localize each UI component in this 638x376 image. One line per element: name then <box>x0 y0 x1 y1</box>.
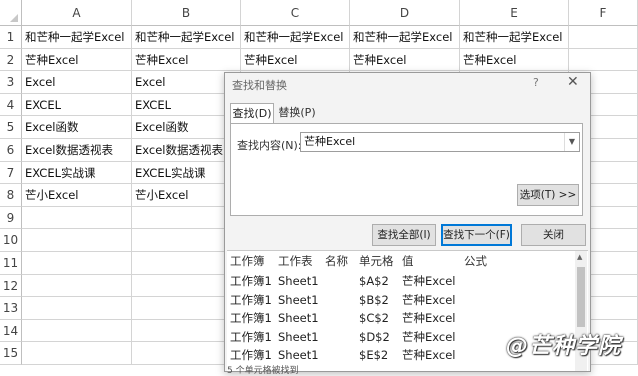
row-header[interactable]: 6 <box>0 139 22 162</box>
result-cell: $D$2 <box>359 329 390 344</box>
sheet-cell[interactable]: 和芒种一起学Excel <box>460 26 569 49</box>
chevron-down-icon[interactable]: ▼ <box>564 133 579 151</box>
column-header[interactable]: D <box>350 0 460 26</box>
close-button[interactable]: 关闭 <box>521 224 586 246</box>
close-icon[interactable]: ✕ <box>567 74 579 90</box>
sheet-cell[interactable]: 和芒种一起学Excel <box>350 26 460 49</box>
sheet-cell[interactable]: Excel数据透视表 <box>22 139 132 162</box>
sheet-cell[interactable] <box>22 342 132 365</box>
result-cell: 工作簿1 <box>230 348 272 362</box>
select-all-triangle-icon <box>10 14 18 22</box>
result-cell: 工作簿1 <box>230 329 272 344</box>
options-button[interactable]: 选项(T) >> <box>517 184 579 206</box>
sheet-cell[interactable]: EXCEL <box>22 93 132 117</box>
row-header[interactable]: 2 <box>0 48 22 72</box>
find-what-input[interactable]: 芒种Excel ▼ <box>300 132 580 152</box>
sheet-cell[interactable] <box>22 274 132 298</box>
results-column-header[interactable]: 公式 <box>464 252 487 270</box>
result-cell: $B$2 <box>359 292 389 307</box>
sheet-cell[interactable]: 和芒种一起学Excel <box>132 26 241 49</box>
sheet-cell[interactable] <box>569 26 638 49</box>
result-cell: $C$2 <box>359 311 389 325</box>
find-all-button[interactable]: 查找全部(I) <box>372 224 436 246</box>
sheet-cell[interactable] <box>569 48 638 72</box>
column-header[interactable]: F <box>569 0 638 26</box>
sheet-cell[interactable]: 和芒种一起学Excel <box>241 26 350 49</box>
row-header[interactable]: 8 <box>0 184 22 207</box>
result-cell: Sheet1 <box>278 329 319 344</box>
results-column-header[interactable]: 工作表 <box>278 252 313 270</box>
row-header[interactable]: 12 <box>0 274 22 298</box>
sheet-cell[interactable]: 芒种Excel <box>241 48 350 72</box>
find-what-label: 查找内容(N): <box>237 139 302 152</box>
sheet-cell[interactable]: 芒种Excel <box>22 48 132 72</box>
result-cell: 芒种Excel <box>402 348 456 362</box>
result-cell: 芒种Excel <box>402 311 456 325</box>
result-cell: Sheet1 <box>278 274 319 288</box>
sheet-cell[interactable]: 和芒种一起学Excel <box>22 26 132 49</box>
row-header[interactable]: 5 <box>0 116 22 139</box>
result-cell: 工作簿1 <box>230 311 272 325</box>
result-cell: 芒种Excel <box>402 274 456 288</box>
row-header[interactable]: 15 <box>0 342 22 365</box>
tab-replace[interactable]: 替换(P) <box>277 103 317 123</box>
column-header[interactable]: A <box>22 0 132 26</box>
find-next-button[interactable]: 查找下一个(F) <box>441 224 512 246</box>
result-cell: Sheet1 <box>278 292 319 307</box>
scroll-up-icon[interactable]: ▲ <box>577 253 582 261</box>
row-header[interactable]: 11 <box>0 252 22 275</box>
sheet-cell[interactable] <box>22 319 132 343</box>
sheet-cell[interactable]: Excel <box>22 71 132 94</box>
result-cell: $E$2 <box>359 348 389 362</box>
sheet-cell[interactable]: EXCEL实战课 <box>22 161 132 185</box>
sheet-cell[interactable]: 芒种Excel <box>460 48 569 72</box>
column-header[interactable]: C <box>241 0 350 26</box>
result-cell: 工作簿1 <box>230 274 272 288</box>
result-cell: $A$2 <box>359 274 389 288</box>
row-header[interactable]: 13 <box>0 297 22 320</box>
result-cell: 芒种Excel <box>402 292 456 307</box>
row-header[interactable]: 14 <box>0 319 22 343</box>
row-header[interactable]: 3 <box>0 71 22 94</box>
results-column-header[interactable]: 值 <box>402 252 414 270</box>
sheet-cell[interactable] <box>22 297 132 320</box>
sheet-cell[interactable]: 芒小Excel <box>22 184 132 207</box>
scroll-thumb[interactable] <box>577 267 585 327</box>
dialog-title: 查找和替换 <box>232 79 287 92</box>
result-cell: Sheet1 <box>278 311 319 325</box>
sheet-cell[interactable]: 芒种Excel <box>350 48 460 72</box>
help-icon[interactable]: ? <box>533 76 539 89</box>
results-column-header[interactable]: 单元格 <box>359 252 394 270</box>
row-header[interactable]: 7 <box>0 161 22 185</box>
select-all-corner[interactable] <box>0 0 22 26</box>
column-header[interactable]: B <box>132 0 241 26</box>
tab-find[interactable]: 查找(D) <box>230 103 274 124</box>
watermark-logo: @芒种学院 <box>506 334 622 359</box>
results-column-header[interactable]: 工作簿 <box>230 252 265 270</box>
sheet-cell[interactable] <box>22 206 132 230</box>
column-header[interactable]: E <box>460 0 569 26</box>
result-cell: 工作簿1 <box>230 292 272 307</box>
sheet-cell[interactable] <box>22 252 132 275</box>
row-header[interactable]: 10 <box>0 229 22 252</box>
row-header[interactable]: 1 <box>0 26 22 49</box>
row-header[interactable]: 4 <box>0 93 22 117</box>
row-header[interactable]: 9 <box>0 206 22 230</box>
results-column-header[interactable]: 名称 <box>325 252 348 270</box>
sheet-cell[interactable]: Excel函数 <box>22 116 132 139</box>
status-text: 5 个单元格被找到 <box>227 366 299 376</box>
sheet-cell[interactable] <box>22 229 132 252</box>
find-what-value: 芒种Excel <box>304 135 356 148</box>
find-replace-dialog: 查找和替换 ? ✕ 查找(D) 替换(P) 查找内容(N): 芒种Excel ▼… <box>224 72 591 376</box>
sheet-cell[interactable]: 芒种Excel <box>132 48 241 72</box>
result-cell: 芒种Excel <box>402 329 456 344</box>
result-cell: Sheet1 <box>278 348 319 362</box>
